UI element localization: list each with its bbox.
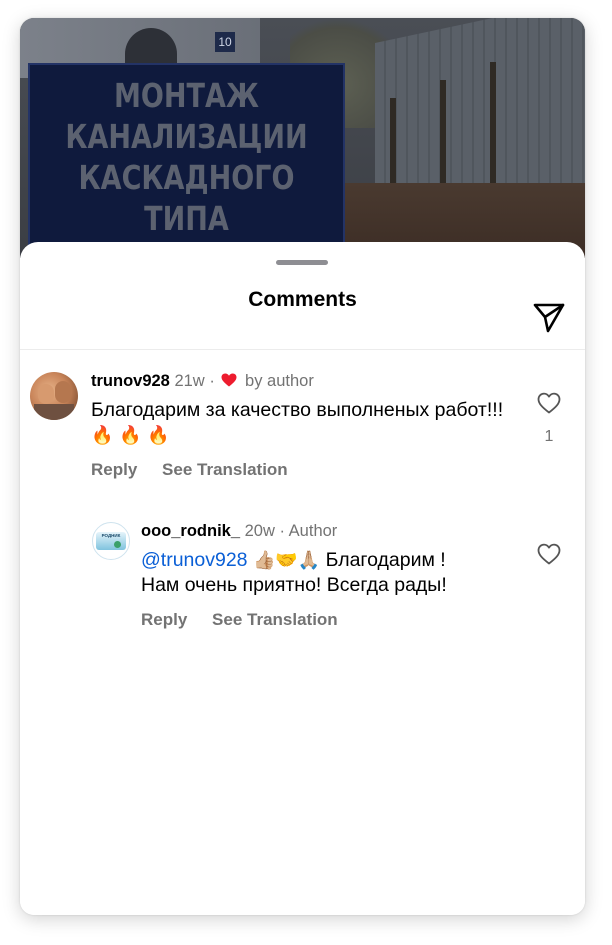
meta-separator: · <box>279 522 285 540</box>
avatar-person-right <box>55 381 71 403</box>
avatar-shoulders <box>34 404 74 420</box>
sheet-title: Comments <box>248 288 357 311</box>
avatar[interactable]: РОДНИК <box>92 522 130 560</box>
avatar-logo-text: РОДНИК <box>101 533 121 538</box>
video-title: МОНТАЖ КАНАЛИЗАЦИИ КАСКАДНОГО ТИПА <box>58 75 315 239</box>
avatar-logo-drop <box>114 541 121 548</box>
comment-time: 21w <box>174 372 205 390</box>
send-icon[interactable] <box>532 300 566 334</box>
reaction-emojis: 👍🏼🤝🙏🏼 <box>252 550 321 571</box>
avatar-person-left <box>38 384 54 404</box>
heart-outline-icon[interactable] <box>537 392 561 414</box>
video-title-line: МОНТАЖ <box>113 76 260 115</box>
avatar[interactable] <box>30 372 78 420</box>
comment-text-part2: Нам очень приятно! Всегда рады! <box>141 574 447 596</box>
like-count: 1 <box>544 428 554 445</box>
house-number: 10 <box>215 32 235 52</box>
comment-actions: Reply See Translation <box>141 610 338 630</box>
sheet-drag-handle[interactable] <box>276 260 328 265</box>
comment-text-content: Благодарим за качество выполненых работ!… <box>91 399 504 421</box>
reply-button[interactable]: Reply <box>141 610 187 629</box>
reply-button[interactable]: Reply <box>91 460 137 479</box>
author-label: Author <box>288 522 338 540</box>
comments-sheet: Comments trunov928 21w · by author Благо… <box>20 242 585 915</box>
video-preview[interactable]: 10 МОНТАЖ КАНАЛИЗАЦИИ КАСКАДНОГО ТИПА <box>20 18 585 258</box>
comment-time: 20w <box>244 522 275 540</box>
meta-separator: · <box>209 372 215 390</box>
see-translation-button[interactable]: See Translation <box>162 460 288 479</box>
comment-actions: Reply See Translation <box>91 460 288 480</box>
fire-emojis: 🔥 🔥 🔥 <box>91 425 170 446</box>
header-divider <box>20 349 585 350</box>
mention-link[interactable]: @trunov928 <box>141 549 248 571</box>
comment-text-part1: Благодарим ! <box>325 549 446 571</box>
comment-meta: ooo_rodnik_ 20w · Author <box>141 522 337 541</box>
heart-icon <box>221 373 237 387</box>
comment-meta: trunov928 21w · by author <box>91 372 314 391</box>
comment-text: @trunov928 👍🏼🤝🙏🏼 Благодарим ! Нам очень … <box>141 548 521 598</box>
phone-screen: 10 МОНТАЖ КАНАЛИЗАЦИИ КАСКАДНОГО ТИПА Co… <box>20 18 585 915</box>
heart-outline-icon[interactable] <box>537 543 561 565</box>
comment-username[interactable]: trunov928 <box>91 372 170 390</box>
video-title-card: МОНТАЖ КАНАЛИЗАЦИИ КАСКАДНОГО ТИПА <box>28 63 345 258</box>
liked-by-author-label: by author <box>245 372 314 390</box>
see-translation-button[interactable]: See Translation <box>212 610 338 629</box>
comment-text: Благодарим за качество выполненых работ!… <box>91 398 511 448</box>
video-title-line: ТИПА <box>144 199 229 238</box>
comment-username[interactable]: ooo_rodnik_ <box>141 522 240 540</box>
video-title-line: КАНАЛИЗАЦИИ <box>65 117 308 156</box>
video-title-line: КАСКАДНОГО <box>78 158 295 197</box>
